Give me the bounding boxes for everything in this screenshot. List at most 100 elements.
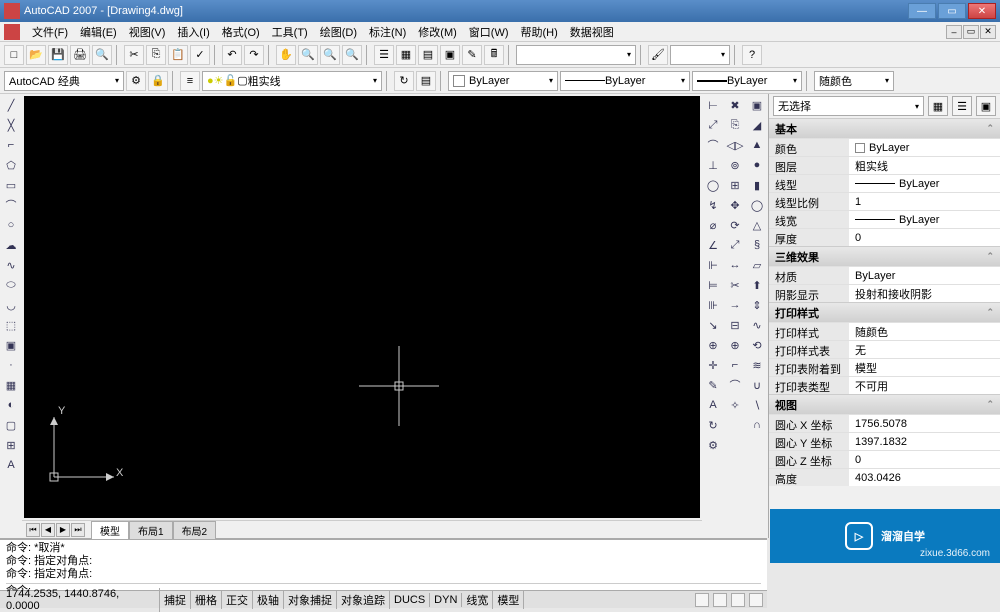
- 3d-subtract-tool[interactable]: ∖: [748, 396, 766, 414]
- selection-combo[interactable]: 无选择▾: [773, 96, 924, 116]
- tab-last[interactable]: ⏭: [71, 523, 85, 537]
- sheet-button[interactable]: ▣: [440, 45, 460, 65]
- table-tool[interactable]: ⊞: [2, 436, 20, 454]
- zoom-window-button[interactable]: 🔍: [320, 45, 340, 65]
- paste-button[interactable]: 📋: [168, 45, 188, 65]
- join-tool[interactable]: ⊕: [726, 336, 744, 354]
- menu-view[interactable]: 视图(V): [123, 22, 172, 42]
- 3d-intersect-tool[interactable]: ∩: [748, 416, 766, 434]
- maximize-button[interactable]: ▭: [938, 3, 966, 19]
- ducs-toggle[interactable]: DUCS: [390, 593, 430, 607]
- ortho-toggle[interactable]: 正交: [222, 591, 253, 609]
- rotate-tool[interactable]: ⟳: [726, 216, 744, 234]
- dim-continue-tool[interactable]: ⊪: [704, 296, 722, 314]
- tab-layout2[interactable]: 布局2: [173, 521, 217, 539]
- line-tool[interactable]: ╱: [2, 96, 20, 114]
- dim-jogged-tool[interactable]: ↯: [704, 196, 722, 214]
- prop-plottable[interactable]: 无: [849, 341, 1000, 358]
- select-objects-button[interactable]: ▣: [976, 96, 996, 116]
- fillet-tool[interactable]: ⌒: [726, 376, 744, 394]
- menu-edit[interactable]: 编辑(E): [74, 22, 123, 42]
- 3d-cone-tool[interactable]: ▲: [748, 136, 766, 154]
- stretch-tool[interactable]: ↔: [726, 256, 744, 274]
- revcloud-tool[interactable]: ☁: [2, 236, 20, 254]
- markup-button[interactable]: ✎: [462, 45, 482, 65]
- minimize-button[interactable]: —: [908, 3, 936, 19]
- ellipse-arc-tool[interactable]: ◡: [2, 296, 20, 314]
- xline-tool[interactable]: ╳: [2, 116, 20, 134]
- mdi-minimize[interactable]: –: [946, 25, 962, 39]
- prop-plottype[interactable]: 不可用: [849, 377, 1000, 394]
- 3d-pyramid-tool[interactable]: △: [748, 216, 766, 234]
- help-button[interactable]: ?: [742, 45, 762, 65]
- gradient-tool[interactable]: ◐: [2, 396, 20, 414]
- tab-next[interactable]: ▶: [56, 523, 70, 537]
- save-button[interactable]: 💾: [48, 45, 68, 65]
- polyline-tool[interactable]: ⌐: [2, 136, 20, 154]
- layer-prev-button[interactable]: ↻: [394, 71, 414, 91]
- tab-model[interactable]: 模型: [91, 521, 129, 539]
- tool-palette-button[interactable]: ▤: [418, 45, 438, 65]
- coordinates-display[interactable]: 1744.2535, 1440.8746, 0.0000: [0, 588, 160, 612]
- hatch-tool[interactable]: ▦: [2, 376, 20, 394]
- mdi-restore[interactable]: ▭: [963, 25, 979, 39]
- 3d-planar-tool[interactable]: ▱: [748, 256, 766, 274]
- 3d-sphere-tool[interactable]: ●: [748, 156, 766, 174]
- menu-tools[interactable]: 工具(T): [266, 22, 314, 42]
- insert-block-tool[interactable]: ⬚: [2, 316, 20, 334]
- scale-tool[interactable]: ⤢: [726, 236, 744, 254]
- dyn-toggle[interactable]: DYN: [430, 593, 462, 607]
- 3d-sweep-tool[interactable]: ∿: [748, 316, 766, 334]
- menu-insert[interactable]: 插入(I): [171, 22, 215, 42]
- dim-center-tool[interactable]: ✛: [704, 356, 722, 374]
- prop-linetype[interactable]: ByLayer: [849, 175, 1000, 192]
- drawing-canvas[interactable]: X Y: [24, 96, 700, 518]
- offset-tool[interactable]: ⊚: [726, 156, 744, 174]
- dim-aligned-tool[interactable]: ⤢: [704, 116, 722, 134]
- 3d-revolve-tool[interactable]: ⟲: [748, 336, 766, 354]
- undo-button[interactable]: ↶: [222, 45, 242, 65]
- make-block-tool[interactable]: ▣: [2, 336, 20, 354]
- tab-layout1[interactable]: 布局1: [129, 521, 173, 539]
- prop-center-z[interactable]: 0: [849, 451, 1000, 468]
- copy-tool[interactable]: ⎘: [726, 116, 744, 134]
- mdi-close[interactable]: ✕: [980, 25, 996, 39]
- tray-icon-1[interactable]: [695, 593, 709, 607]
- linetype-combo[interactable]: ByLayer▾: [560, 71, 690, 91]
- break-tool[interactable]: ⊟: [726, 316, 744, 334]
- dim-angular-tool[interactable]: ∠: [704, 236, 722, 254]
- aux-combo[interactable]: ▾: [670, 45, 730, 65]
- dim-style-tool[interactable]: ⚙: [704, 436, 722, 454]
- dim-radius-tool[interactable]: ◯: [704, 176, 722, 194]
- ws-lock-icon[interactable]: 🔒: [148, 71, 168, 91]
- plot-button[interactable]: 🖨: [70, 45, 90, 65]
- open-button[interactable]: 📂: [26, 45, 46, 65]
- tray-icon-2[interactable]: [713, 593, 727, 607]
- prop-lineweight[interactable]: ByLayer: [849, 211, 1000, 228]
- color-combo[interactable]: ByLayer▾: [448, 71, 558, 91]
- command-line-area[interactable]: 命令: *取消* 命令: 指定对角点: 命令: 指定对角点: 命令:: [0, 538, 767, 590]
- prop-color[interactable]: ByLayer: [849, 139, 1000, 156]
- dim-ordinate-tool[interactable]: ⊥: [704, 156, 722, 174]
- dim-tolerance-tool[interactable]: ⊕: [704, 336, 722, 354]
- preview-button[interactable]: 🔍: [92, 45, 112, 65]
- snap-toggle[interactable]: 捕捉: [160, 591, 191, 609]
- grid-toggle[interactable]: 栅格: [191, 591, 222, 609]
- new-button[interactable]: □: [4, 45, 24, 65]
- lwt-toggle[interactable]: 线宽: [462, 591, 493, 609]
- dim-baseline-tool[interactable]: ⊨: [704, 276, 722, 294]
- erase-tool[interactable]: ✖: [726, 96, 744, 114]
- prop-center-y[interactable]: 1397.1832: [849, 433, 1000, 450]
- calc-button[interactable]: 🖩: [484, 45, 504, 65]
- section-view[interactable]: 视图⌃: [769, 394, 1000, 414]
- menu-dataview[interactable]: 数据视图: [564, 22, 620, 42]
- 3d-presspull-tool[interactable]: ⇕: [748, 296, 766, 314]
- osnap-toggle[interactable]: 对象捕捉: [284, 591, 337, 609]
- layer-combo[interactable]: ●☀🔓▢ 粗实线▾: [202, 71, 382, 91]
- 3d-helix-tool[interactable]: §: [748, 236, 766, 254]
- 3d-torus-tool[interactable]: ◯: [748, 196, 766, 214]
- tray-icon-3[interactable]: [731, 593, 745, 607]
- tray-icon-4[interactable]: [749, 593, 763, 607]
- 3d-union-tool[interactable]: ∪: [748, 376, 766, 394]
- 3d-box-tool[interactable]: ▣: [748, 96, 766, 114]
